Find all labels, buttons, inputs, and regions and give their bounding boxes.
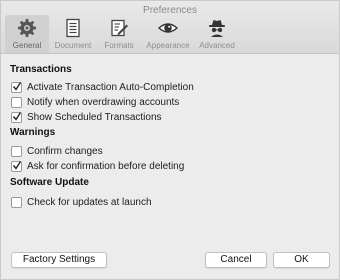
spy-icon: [209, 20, 225, 37]
option-confirm-delete[interactable]: Ask for confirmation before deleting: [11, 159, 330, 174]
checkbox-checked[interactable]: [11, 161, 22, 172]
option-label: Activate Transaction Auto-Completion: [27, 82, 194, 93]
document-icon: [66, 18, 80, 38]
section-title-transactions: Transactions: [10, 64, 72, 75]
tab-label: Advanced: [199, 41, 235, 50]
option-label: Notify when overdrawing accounts: [27, 97, 180, 108]
option-label: Show Scheduled Transactions: [27, 112, 162, 123]
checkbox-checked[interactable]: [11, 82, 22, 93]
cancel-button[interactable]: Cancel: [205, 252, 267, 268]
option-label: Check for updates at launch: [27, 197, 152, 208]
tab-label: Formats: [104, 41, 134, 50]
toolbar: General Document Formats Appearance Adva…: [5, 15, 239, 53]
factory-settings-button[interactable]: Factory Settings: [11, 252, 107, 268]
button-bar: Factory Settings Cancel OK: [11, 252, 330, 268]
option-label: Ask for confirmation before deleting: [27, 161, 185, 172]
option-auto-completion[interactable]: Activate Transaction Auto-Completion: [11, 80, 330, 95]
option-show-scheduled[interactable]: Show Scheduled Transactions: [11, 110, 330, 125]
eye-icon: [158, 23, 178, 33]
option-notify-overdrawing[interactable]: Notify when overdrawing accounts: [11, 95, 330, 110]
section-title-software-update: Software Update: [10, 177, 89, 188]
ok-button[interactable]: OK: [273, 252, 330, 268]
checkbox-unchecked[interactable]: [11, 97, 22, 108]
option-confirm-changes[interactable]: Confirm changes: [11, 144, 330, 159]
gear-icon: [18, 19, 36, 37]
checkbox-unchecked[interactable]: [11, 197, 22, 208]
preferences-content: Transactions Activate Transaction Auto-C…: [10, 63, 330, 210]
option-check-updates[interactable]: Check for updates at launch: [11, 195, 330, 210]
tab-advanced[interactable]: Advanced: [195, 15, 239, 53]
tab-formats[interactable]: Formats: [97, 15, 141, 53]
tab-label: Document: [54, 41, 92, 50]
option-label: Confirm changes: [27, 146, 103, 157]
tab-label: General: [12, 41, 42, 50]
checkbox-checked[interactable]: [11, 112, 22, 123]
titlebar: Preferences General Document Formats App…: [1, 1, 339, 54]
formats-icon: [111, 19, 128, 37]
tab-label: Appearance: [146, 41, 190, 50]
tab-appearance[interactable]: Appearance: [143, 15, 193, 53]
tab-general[interactable]: General: [5, 15, 49, 53]
checkbox-unchecked[interactable]: [11, 146, 22, 157]
preferences-window: Preferences General Document Formats App…: [0, 0, 340, 280]
tab-document[interactable]: Document: [51, 15, 95, 53]
section-title-warnings: Warnings: [10, 127, 56, 138]
